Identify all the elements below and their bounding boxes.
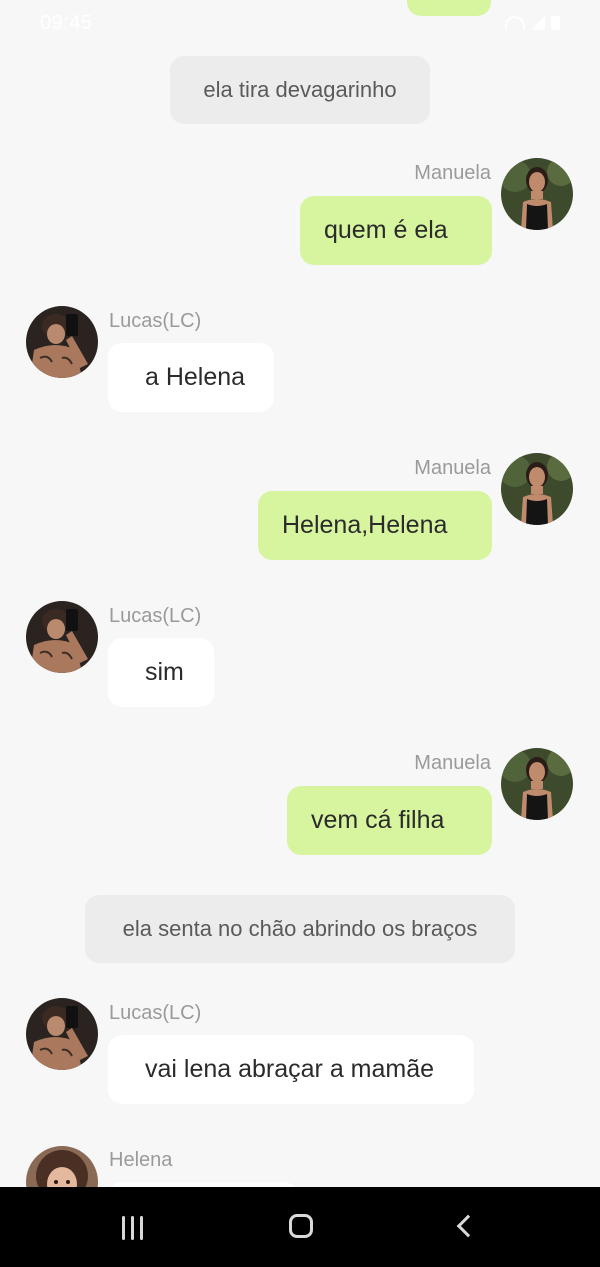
wifi-icon bbox=[505, 16, 525, 30]
avatar-manuela[interactable] bbox=[501, 158, 573, 230]
avatar-manuela[interactable] bbox=[501, 453, 573, 525]
message-text: vai lena abraçar a mamãe bbox=[145, 1055, 435, 1083]
avatar-manuela-image bbox=[501, 453, 573, 525]
home-icon[interactable] bbox=[289, 1214, 313, 1238]
sender-name: Manuela bbox=[414, 752, 491, 774]
status-icons bbox=[505, 16, 560, 30]
avatar-lucas[interactable] bbox=[26, 601, 98, 673]
narration-text: ela tira devagarinho bbox=[203, 77, 397, 102]
message-text: quem é ela bbox=[324, 216, 448, 244]
incoming-message[interactable]: vai lena abraçar a mamãe bbox=[108, 1035, 474, 1104]
avatar-lucas-image bbox=[26, 306, 98, 378]
message-text: Helena,Helena bbox=[282, 511, 448, 539]
status-bar: 09:45 bbox=[0, 0, 600, 50]
sender-name: Manuela bbox=[414, 162, 491, 184]
avatar-manuela-image bbox=[501, 748, 573, 820]
recent-apps-icon[interactable] bbox=[122, 1216, 143, 1240]
status-time: 09:45 bbox=[40, 12, 93, 34]
message-text: sim bbox=[145, 658, 184, 686]
avatar-lucas[interactable] bbox=[26, 998, 98, 1070]
battery-icon bbox=[551, 16, 560, 30]
avatar-lucas-image bbox=[26, 998, 98, 1070]
avatar-manuela[interactable] bbox=[501, 748, 573, 820]
sender-name: Lucas(LC) bbox=[109, 310, 202, 332]
narration-text: ela senta no chão abrindo os braços bbox=[122, 916, 478, 941]
message-text: vem cá filha bbox=[311, 806, 445, 834]
avatar-helena[interactable] bbox=[26, 1146, 98, 1187]
sender-name: Manuela bbox=[414, 457, 491, 479]
sender-name: Lucas(LC) bbox=[109, 605, 202, 627]
narration-message[interactable]: ela tira devagarinho bbox=[170, 56, 430, 124]
outgoing-message[interactable]: Helena,Helena bbox=[258, 491, 492, 560]
narration-message[interactable]: ela senta no chão abrindo os braços bbox=[85, 895, 515, 963]
incoming-message[interactable]: a Helena bbox=[108, 343, 274, 412]
signal-icon bbox=[531, 16, 545, 30]
avatar-manuela-image bbox=[501, 158, 573, 230]
sender-name: Lucas(LC) bbox=[109, 1002, 202, 1024]
message-text: a Helena bbox=[145, 363, 246, 391]
outgoing-message[interactable]: quem é ela bbox=[300, 196, 492, 265]
sender-name: Helena bbox=[109, 1149, 173, 1171]
avatar-lucas[interactable] bbox=[26, 306, 98, 378]
avatar-helena-image bbox=[26, 1146, 98, 1187]
incoming-message[interactable]: sim bbox=[108, 638, 214, 707]
outgoing-message[interactable]: vem cá filha bbox=[287, 786, 492, 855]
avatar-lucas-image bbox=[26, 601, 98, 673]
chat-area[interactable]: 09:45 ela tira devagarinho Manuela quem … bbox=[0, 0, 600, 1187]
